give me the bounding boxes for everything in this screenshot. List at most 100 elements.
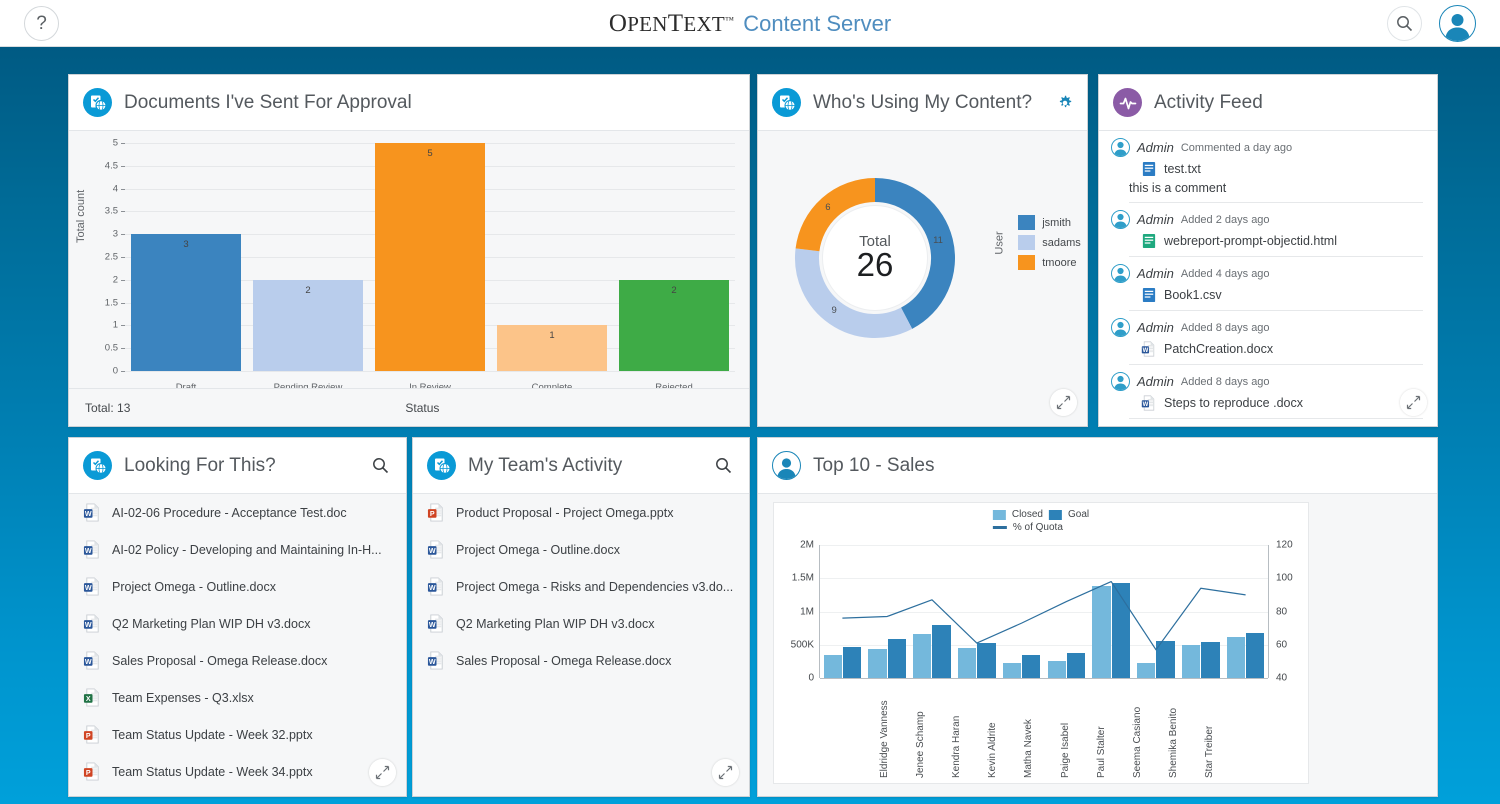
list-item[interactable]: W Project Omega - Outline.docx xyxy=(69,568,406,605)
activity-feed-item[interactable]: Admin Added 8 days ago W Steps to reproduce… xyxy=(1099,365,1437,419)
list-item[interactable]: W AI-02-06 Procedure - Acceptance Test.do… xyxy=(69,494,406,531)
y-axis-tick-label: 1 xyxy=(112,319,118,331)
user-avatar-button[interactable] xyxy=(1439,5,1476,42)
bar-group[interactable] xyxy=(1047,545,1086,678)
activity-document[interactable]: webreport-prompt-objectid.html xyxy=(1141,233,1423,249)
activity-header: Admin Commented a day ago xyxy=(1111,138,1423,157)
search-button[interactable] xyxy=(368,454,392,478)
bar-goal[interactable] xyxy=(842,646,862,678)
legend-item-sadams[interactable]: sadams xyxy=(1018,235,1081,250)
bar-closed[interactable] xyxy=(1226,637,1246,678)
activity-action: Commented a day ago xyxy=(1180,141,1293,154)
activity-feed-item[interactable]: Admin Commented a day ago test.txt this is … xyxy=(1099,131,1437,203)
bar-group[interactable] xyxy=(1002,545,1041,678)
bar-group[interactable] xyxy=(868,545,906,678)
legend-row-bars: Closed Goal xyxy=(992,509,1089,520)
y-axis-tick-label: 0 xyxy=(808,672,814,684)
legend-item-tmoore[interactable]: tmoore xyxy=(1018,255,1081,270)
bar-column[interactable]: 2 xyxy=(253,143,363,371)
activity-document[interactable]: W Steps to reproduce .docx xyxy=(1141,395,1423,411)
svg-text:W: W xyxy=(429,658,436,666)
search-button[interactable] xyxy=(711,454,735,478)
pulse-icon xyxy=(1113,88,1142,117)
activity-feed-item[interactable]: Admin Added 2 days ago webreport-prompt-ob… xyxy=(1099,203,1437,257)
gear-icon xyxy=(1059,95,1071,107)
list-item[interactable]: W Sales Proposal - Omega Release.docx xyxy=(69,642,406,679)
activity-feed-item[interactable]: Admin Added 4 days ago Book1.csv xyxy=(1099,257,1437,311)
bar-goal[interactable] xyxy=(1156,640,1175,678)
excel-file-icon: X xyxy=(83,688,99,707)
settings-button[interactable] xyxy=(1056,91,1073,115)
activity-action: Added 2 days ago xyxy=(1180,213,1270,226)
bar-closed[interactable] xyxy=(1181,644,1201,678)
bar-closed[interactable] xyxy=(823,655,842,678)
user-avatar-icon xyxy=(1111,138,1130,157)
bar-closed[interactable] xyxy=(913,634,932,678)
bar-group[interactable] xyxy=(823,545,862,678)
search-button[interactable] xyxy=(1387,6,1422,41)
list-item[interactable]: P Product Proposal - Project Omega.pptx xyxy=(413,494,749,531)
word-file-icon: W xyxy=(1141,341,1155,357)
expand-button[interactable] xyxy=(369,759,396,786)
activity-action: Added 8 days ago xyxy=(1180,321,1270,334)
bar-group[interactable] xyxy=(1092,545,1130,678)
bar-column[interactable]: 3 xyxy=(131,143,241,371)
list-item[interactable]: W Sales Proposal - Omega Release.docx xyxy=(413,642,749,679)
bar-closed[interactable] xyxy=(957,648,977,678)
svg-text:W: W xyxy=(85,584,92,592)
list-item[interactable]: W AI-02 Policy - Developing and Maintaini… xyxy=(69,531,406,568)
my-teams-activity-list[interactable]: P Product Proposal - Project Omega.pptx W P… xyxy=(413,494,749,796)
document-name: Team Status Update - Week 32.pptx xyxy=(112,727,313,742)
category-text: Star Treiber xyxy=(1204,725,1216,778)
document-name: Sales Proposal - Omega Release.docx xyxy=(112,653,328,668)
looking-for-this-list[interactable]: W AI-02-06 Procedure - Acceptance Test.do… xyxy=(69,494,406,796)
bar-goal[interactable] xyxy=(932,624,951,678)
list-item[interactable]: P Team Status Update - Week 34.pptx xyxy=(69,753,406,790)
bar-group[interactable] xyxy=(957,545,996,678)
bar-goal[interactable] xyxy=(887,639,906,678)
bar-group[interactable] xyxy=(913,545,951,678)
bar-column[interactable]: 1 xyxy=(497,143,607,371)
list-item[interactable]: W Q2 Marketing Plan WIP DH v3.docx xyxy=(69,605,406,642)
list-item[interactable]: X Team Expenses - Q3.xlsx xyxy=(69,679,406,716)
bar-group[interactable] xyxy=(1181,545,1220,678)
list-item[interactable]: W Project Omega - Risks and Dependencies … xyxy=(413,568,749,605)
bar-closed[interactable] xyxy=(1002,663,1022,678)
bar-group[interactable] xyxy=(1226,545,1265,678)
bar-goal[interactable] xyxy=(1111,582,1130,678)
bar-closed[interactable] xyxy=(1092,585,1111,678)
bar-closed[interactable] xyxy=(1137,662,1156,678)
expand-button[interactable] xyxy=(1050,389,1077,416)
help-button[interactable]: ? xyxy=(24,6,59,41)
bar[interactable]: 5 xyxy=(375,143,485,371)
bar-closed[interactable] xyxy=(868,648,887,678)
activity-feed-item[interactable]: Admin Added 8 days ago W PatchCreation.docx xyxy=(1099,311,1437,365)
activity-feed-item[interactable]: AdminAdded 8 days ago xyxy=(1099,419,1437,426)
bar-closed[interactable] xyxy=(1047,660,1066,678)
bar-column[interactable]: 5 xyxy=(375,143,485,371)
bar[interactable]: 3 xyxy=(131,234,241,371)
activity-action: Added 8 days ago xyxy=(1180,375,1270,388)
bar-goal[interactable] xyxy=(977,643,996,678)
expand-button[interactable] xyxy=(712,759,739,786)
list-item[interactable]: W Project Omega - Outline.docx xyxy=(413,531,749,568)
expand-button[interactable] xyxy=(1400,389,1427,416)
activity-document[interactable]: Book1.csv xyxy=(1141,287,1423,303)
legend-item-jsmith[interactable]: jsmith xyxy=(1018,215,1081,230)
bar[interactable]: 2 xyxy=(619,279,729,371)
bar-goal[interactable] xyxy=(1066,653,1086,678)
bar-column[interactable]: 2 xyxy=(619,143,729,371)
activity-feed-list[interactable]: Admin Commented a day ago test.txt this is … xyxy=(1099,131,1437,426)
document-name: Q2 Marketing Plan WIP DH v3.docx xyxy=(112,616,311,631)
activity-document[interactable]: test.txt xyxy=(1141,161,1423,177)
bar-goal[interactable] xyxy=(1246,633,1265,678)
bar-group[interactable] xyxy=(1137,545,1175,678)
activity-document[interactable]: W PatchCreation.docx xyxy=(1141,341,1423,357)
bar-goal[interactable] xyxy=(1201,642,1220,678)
list-item[interactable]: W Q2 Marketing Plan WIP DH v3.docx xyxy=(413,605,749,642)
bar-goal[interactable] xyxy=(1022,654,1041,678)
list-item[interactable]: P Team Status Update - Week 32.pptx xyxy=(69,716,406,753)
word-file-icon: W xyxy=(83,503,99,522)
bar[interactable]: 1 xyxy=(497,325,607,371)
bar[interactable]: 2 xyxy=(253,279,363,371)
